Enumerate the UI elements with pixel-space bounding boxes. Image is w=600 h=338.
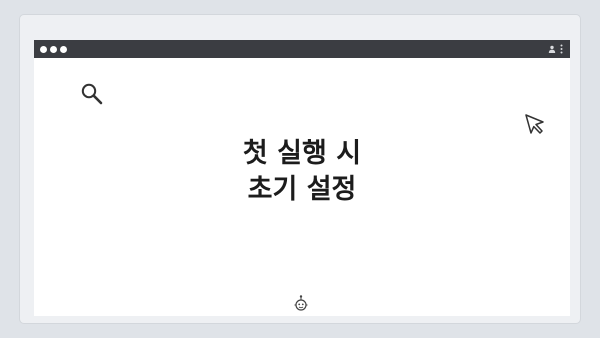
page-background: 첫 실행 시 초기 설정 (0, 0, 600, 338)
window-control-minimize[interactable] (50, 45, 57, 53)
page-title-line-2: 초기 설정 (247, 174, 357, 205)
window-controls (40, 45, 67, 53)
kebab-menu-icon[interactable] (560, 44, 563, 54)
page-title: 첫 실행 시 초기 설정 (34, 136, 570, 208)
search-icon[interactable] (80, 82, 104, 110)
window-control-close[interactable] (40, 45, 47, 53)
window-titlebar (34, 40, 570, 58)
page-title-line-1: 첫 실행 시 (242, 138, 362, 169)
window-control-maximize[interactable] (60, 45, 67, 53)
window-menu (548, 44, 563, 54)
window-content: 첫 실행 시 초기 설정 (34, 58, 570, 316)
user-icon[interactable] (548, 45, 556, 53)
bot-icon (293, 295, 309, 317)
browser-window: 첫 실행 시 초기 설정 (34, 40, 570, 316)
